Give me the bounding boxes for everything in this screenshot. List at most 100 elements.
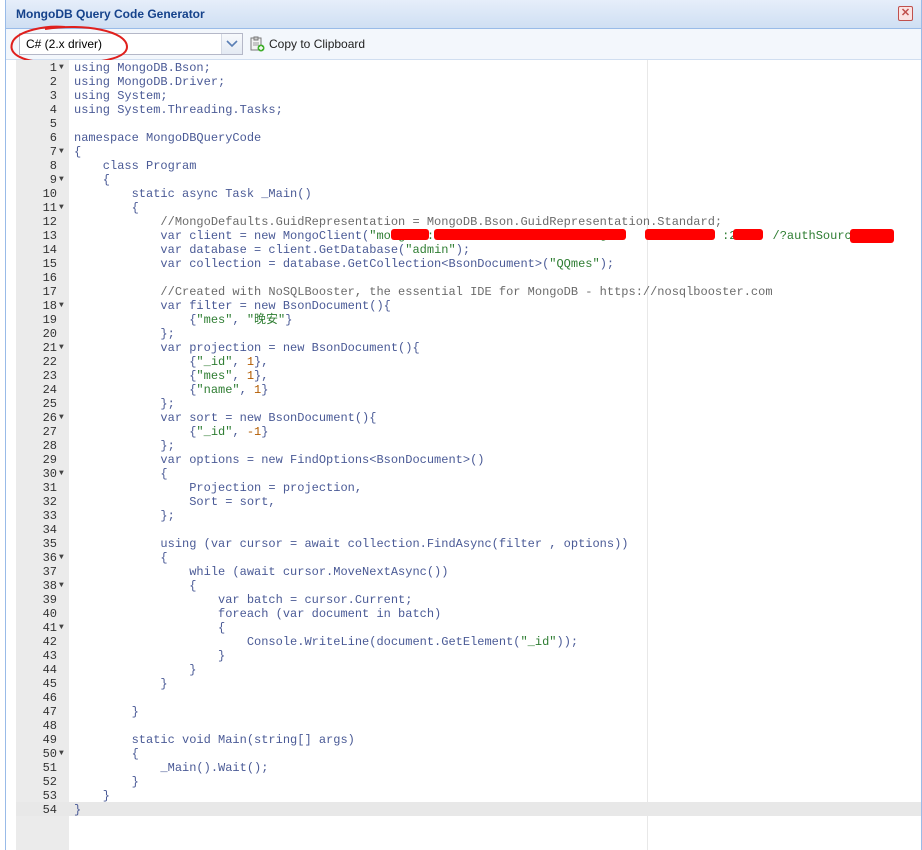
fold-toggle-icon[interactable]: ▼ <box>59 145 64 159</box>
code-line: 54} <box>16 803 921 817</box>
code-line: 5 <box>16 117 921 131</box>
code-line: 3 using System; <box>16 89 921 103</box>
code-line: 9 ▼ { <box>16 173 921 187</box>
code-text: { <box>74 551 168 565</box>
code-text: foreach (var document in batch) <box>74 607 442 621</box>
fold-toggle-icon[interactable]: ▼ <box>59 551 64 565</box>
line-number: 42 <box>42 635 57 649</box>
fold-toggle-icon[interactable]: ▼ <box>59 467 64 481</box>
code-text: Sort = sort, <box>74 495 276 509</box>
code-text: { <box>74 747 139 761</box>
line-number: 31 <box>42 481 57 495</box>
code-text: { <box>74 145 82 159</box>
close-icon[interactable]: ✕ <box>898 6 913 21</box>
line-number: 16 <box>42 271 57 285</box>
line-number: 30 <box>42 467 57 481</box>
code-line: 12 //MongoDefaults.GuidRepresentation = … <box>16 215 921 229</box>
line-number: 52 <box>42 775 57 789</box>
line-number: 27 <box>42 425 57 439</box>
code-text: var filter = new BsonDocument(){ <box>74 299 391 313</box>
code-text: //MongoDefaults.GuidRepresentation = Mon… <box>74 215 723 229</box>
line-number: 24 <box>42 383 57 397</box>
line-number: 2 <box>49 75 57 89</box>
fold-toggle-icon[interactable]: ▼ <box>59 201 64 215</box>
code-text: {"name", 1} <box>74 383 269 397</box>
language-select[interactable]: C# (2.x driver) <box>19 33 243 55</box>
line-number: 36 <box>42 551 57 565</box>
copy-button-label: Copy to Clipboard <box>269 37 366 51</box>
line-number: 15 <box>42 257 57 271</box>
code-line: 14 var database = client.GetDatabase("ad… <box>16 243 921 257</box>
code-text: while (await cursor.MoveNextAsync()) <box>74 565 449 579</box>
line-number: 7 <box>49 145 57 159</box>
code-text: { <box>74 467 168 481</box>
line-number: 12 <box>42 215 57 229</box>
code-line: 1 ▼ using MongoDB.Bson; <box>16 61 921 75</box>
line-number: 43 <box>42 649 57 663</box>
code-line: 17 //Created with NoSQLBooster, the esse… <box>16 285 921 299</box>
line-number: 14 <box>42 243 57 257</box>
code-text: var batch = cursor.Current; <box>74 593 413 607</box>
line-number: 47 <box>42 705 57 719</box>
redaction-mark <box>434 229 626 240</box>
code-line: 26 ▼ var sort = new BsonDocument(){ <box>16 411 921 425</box>
line-number: 1 <box>49 61 57 75</box>
code-text: }; <box>74 327 175 341</box>
fold-toggle-icon[interactable]: ▼ <box>59 173 64 187</box>
dropdown-arrow[interactable] <box>221 34 242 54</box>
code-line: 10 static async Task _Main() <box>16 187 921 201</box>
fold-toggle-icon[interactable]: ▼ <box>59 579 64 593</box>
toolbar: C# (2.x driver) Copy to Clipboard <box>6 29 921 60</box>
code-line: 32 Sort = sort, <box>16 495 921 509</box>
code-text: { <box>74 621 226 635</box>
fold-toggle-icon[interactable]: ▼ <box>59 341 64 355</box>
copy-to-clipboard-button[interactable]: Copy to Clipboard <box>249 33 365 55</box>
code-text: {"_id", 1}, <box>74 355 269 369</box>
line-number: 49 <box>42 733 57 747</box>
code-text: class Program <box>74 159 197 173</box>
redaction-mark <box>850 229 894 243</box>
line-number: 50 <box>42 747 57 761</box>
code-editor[interactable]: 1 ▼ using MongoDB.Bson; 2 using MongoDB.Driv… <box>16 60 921 850</box>
code-line: 21 ▼ var projection = new BsonDocument(){ <box>16 341 921 355</box>
code-text: } <box>74 663 197 677</box>
code-text: using MongoDB.Bson; <box>74 61 211 75</box>
fold-toggle-icon[interactable]: ▼ <box>59 299 64 313</box>
code-line: 36 ▼ { <box>16 551 921 565</box>
line-number: 38 <box>42 579 57 593</box>
code-line: 44 } <box>16 663 921 677</box>
fold-toggle-icon[interactable]: ▼ <box>59 747 64 761</box>
line-number: 23 <box>42 369 57 383</box>
code-line: 33 }; <box>16 509 921 523</box>
code-line: 52 } <box>16 775 921 789</box>
code-text: } <box>74 677 168 691</box>
line-number: 5 <box>49 117 57 131</box>
code-line: 19 {"mes", "晚安"} <box>16 313 921 327</box>
line-number: 46 <box>42 691 57 705</box>
code-line: 6 namespace MongoDBQueryCode <box>16 131 921 145</box>
code-line: 8 class Program <box>16 159 921 173</box>
fold-toggle-icon[interactable]: ▼ <box>59 411 64 425</box>
code-line: 25 }; <box>16 397 921 411</box>
code-text: var sort = new BsonDocument(){ <box>74 411 377 425</box>
fold-toggle-icon[interactable]: ▼ <box>59 61 64 75</box>
line-number: 18 <box>42 299 57 313</box>
code-line: 11 ▼ { <box>16 201 921 215</box>
code-text: } <box>74 649 226 663</box>
line-number: 3 <box>49 89 57 103</box>
code-line: 7 ▼ { <box>16 145 921 159</box>
code-text: } <box>74 775 139 789</box>
window-titlebar: MongoDB Query Code Generator ✕ <box>6 0 921 29</box>
code-line: 46 <box>16 691 921 705</box>
code-line: 16 <box>16 271 921 285</box>
code-text: static async Task _Main() <box>74 187 312 201</box>
code-line: 40 foreach (var document in batch) <box>16 607 921 621</box>
code-line: 41 ▼ { <box>16 621 921 635</box>
line-number: 53 <box>42 789 57 803</box>
line-number: 34 <box>42 523 57 537</box>
code-text: } <box>74 803 82 817</box>
redaction-mark <box>645 229 715 240</box>
code-text: { <box>74 201 139 215</box>
fold-toggle-icon[interactable]: ▼ <box>59 621 64 635</box>
line-number: 37 <box>42 565 57 579</box>
